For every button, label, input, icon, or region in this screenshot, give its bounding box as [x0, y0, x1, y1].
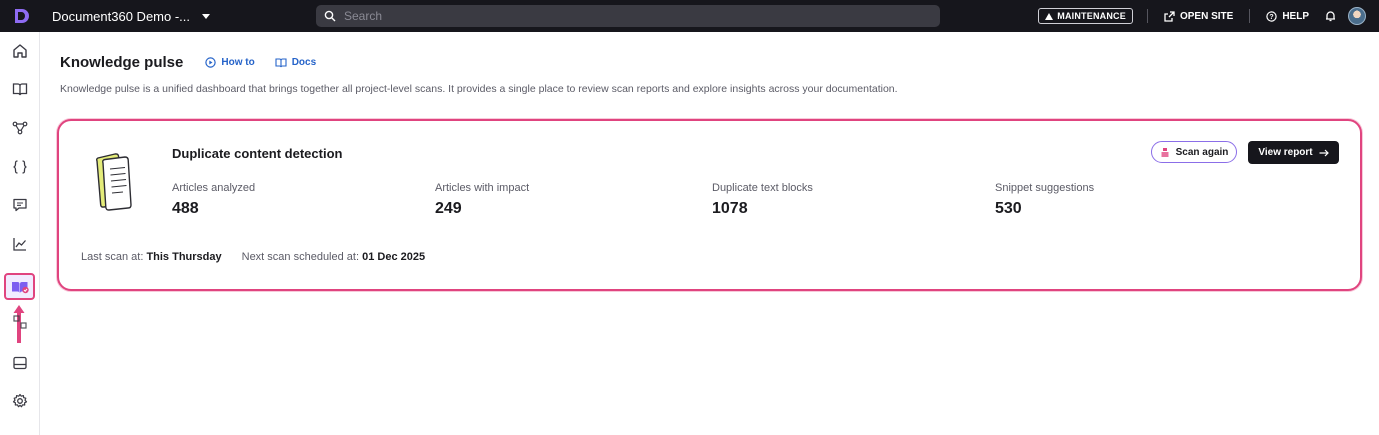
play-circle-icon — [205, 57, 217, 68]
stat-value: 530 — [995, 200, 1022, 217]
sidebar-item-widgets[interactable] — [9, 352, 31, 374]
stat-articles-with-impact: Articles with impact 249 — [435, 182, 529, 218]
stat-duplicate-text-blocks: Duplicate text blocks 1078 — [712, 182, 813, 218]
maintenance-label: MAINTENANCE — [1057, 11, 1126, 21]
sidebar — [0, 32, 40, 435]
sidebar-item-knowledge-pulse[interactable] — [4, 273, 35, 300]
curly-braces-icon — [13, 160, 27, 174]
how-to-label: How to — [221, 57, 255, 68]
next-scan-label: Next scan scheduled at: — [241, 251, 360, 263]
book-icon — [12, 83, 28, 96]
how-to-link[interactable]: How to — [205, 57, 255, 68]
analytics-icon — [13, 238, 26, 251]
next-scan: Next scan scheduled at: 01 Dec 2025 — [242, 251, 425, 263]
stat-value: 1078 — [712, 200, 748, 217]
docs-link[interactable]: Docs — [275, 57, 316, 68]
view-report-label: View report — [1258, 147, 1313, 158]
comment-icon — [13, 198, 27, 212]
knowledge-pulse-icon — [11, 281, 29, 293]
bell-icon — [1326, 11, 1335, 22]
sidebar-item-api[interactable] — [9, 156, 31, 178]
stat-label: Duplicate text blocks — [712, 182, 813, 194]
warning-icon — [1045, 12, 1054, 20]
open-site-label: OPEN SITE — [1179, 10, 1234, 22]
view-report-button[interactable]: View report — [1248, 141, 1339, 164]
sidebar-item-documentation[interactable] — [9, 78, 31, 100]
divider — [1249, 9, 1251, 23]
stat-value: 249 — [435, 200, 462, 217]
svg-text:?: ? — [1270, 14, 1274, 21]
sidebar-item-integrations[interactable] — [9, 311, 31, 333]
document360-logo-icon[interactable] — [0, 0, 40, 32]
stat-snippet-suggestions: Snippet suggestions 530 — [995, 182, 1094, 218]
page-title: Knowledge pulse — [60, 54, 184, 71]
notifications-button[interactable] — [1325, 10, 1336, 22]
scan-schedule-info: Last scan at: This Thursday Next scan sc… — [81, 251, 425, 263]
duplicate-content-card: Duplicate content detection Scan again V… — [57, 119, 1362, 291]
page-description: Knowledge pulse is a unified dashboard t… — [60, 83, 898, 95]
external-link-icon — [1164, 10, 1175, 22]
help-button[interactable]: ? HELP — [1266, 11, 1309, 22]
duplicate-documents-icon — [93, 151, 137, 220]
scan-again-label: Scan again — [1175, 146, 1229, 158]
integrations-icon — [13, 315, 27, 329]
chevron-down-icon — [202, 13, 211, 19]
docs-label: Docs — [291, 57, 317, 68]
scan-icon — [1161, 147, 1169, 157]
sidebar-item-feedback[interactable] — [9, 194, 31, 216]
sidebar-item-workflow[interactable] — [9, 117, 31, 139]
sidebar-item-home[interactable] — [9, 40, 31, 62]
book-icon — [275, 57, 287, 67]
stat-label: Articles analyzed — [172, 182, 256, 194]
arrow-right-icon — [1319, 149, 1329, 156]
next-scan-value: 01 Dec 2025 — [362, 251, 426, 263]
sidebar-item-settings[interactable] — [9, 390, 31, 412]
project-name: Document360 Demo -... — [52, 8, 191, 24]
search-icon — [324, 10, 336, 22]
card-title: Duplicate content detection — [172, 146, 343, 161]
stat-value: 488 — [172, 200, 199, 217]
stat-label: Articles with impact — [435, 182, 530, 194]
home-icon — [13, 44, 27, 58]
divider — [1146, 9, 1148, 23]
last-scan: Last scan at: This Thursday — [81, 251, 222, 263]
gear-icon — [12, 393, 28, 408]
last-scan-label: Last scan at: — [81, 251, 144, 263]
project-switcher[interactable]: Document360 Demo -... — [52, 9, 302, 24]
layout-icon — [13, 356, 27, 370]
search-input[interactable] — [344, 9, 904, 23]
maintenance-button[interactable]: MAINTENANCE — [1038, 8, 1133, 24]
sidebar-item-analytics[interactable] — [9, 233, 31, 255]
workflow-icon — [12, 121, 28, 135]
stat-articles-analyzed: Articles analyzed 488 — [172, 182, 255, 218]
top-bar: Document360 Demo -... MAINTENANCE OPEN S… — [0, 0, 1379, 32]
last-scan-value: This Thursday — [146, 251, 222, 263]
open-site-button[interactable]: OPEN SITE — [1164, 11, 1233, 22]
help-icon: ? — [1266, 10, 1278, 22]
scan-again-button[interactable]: Scan again — [1151, 141, 1237, 163]
search-bar[interactable] — [316, 5, 940, 27]
stat-label: Snippet suggestions — [995, 182, 1095, 194]
help-label: HELP — [1282, 10, 1309, 22]
user-avatar[interactable] — [1348, 7, 1366, 25]
